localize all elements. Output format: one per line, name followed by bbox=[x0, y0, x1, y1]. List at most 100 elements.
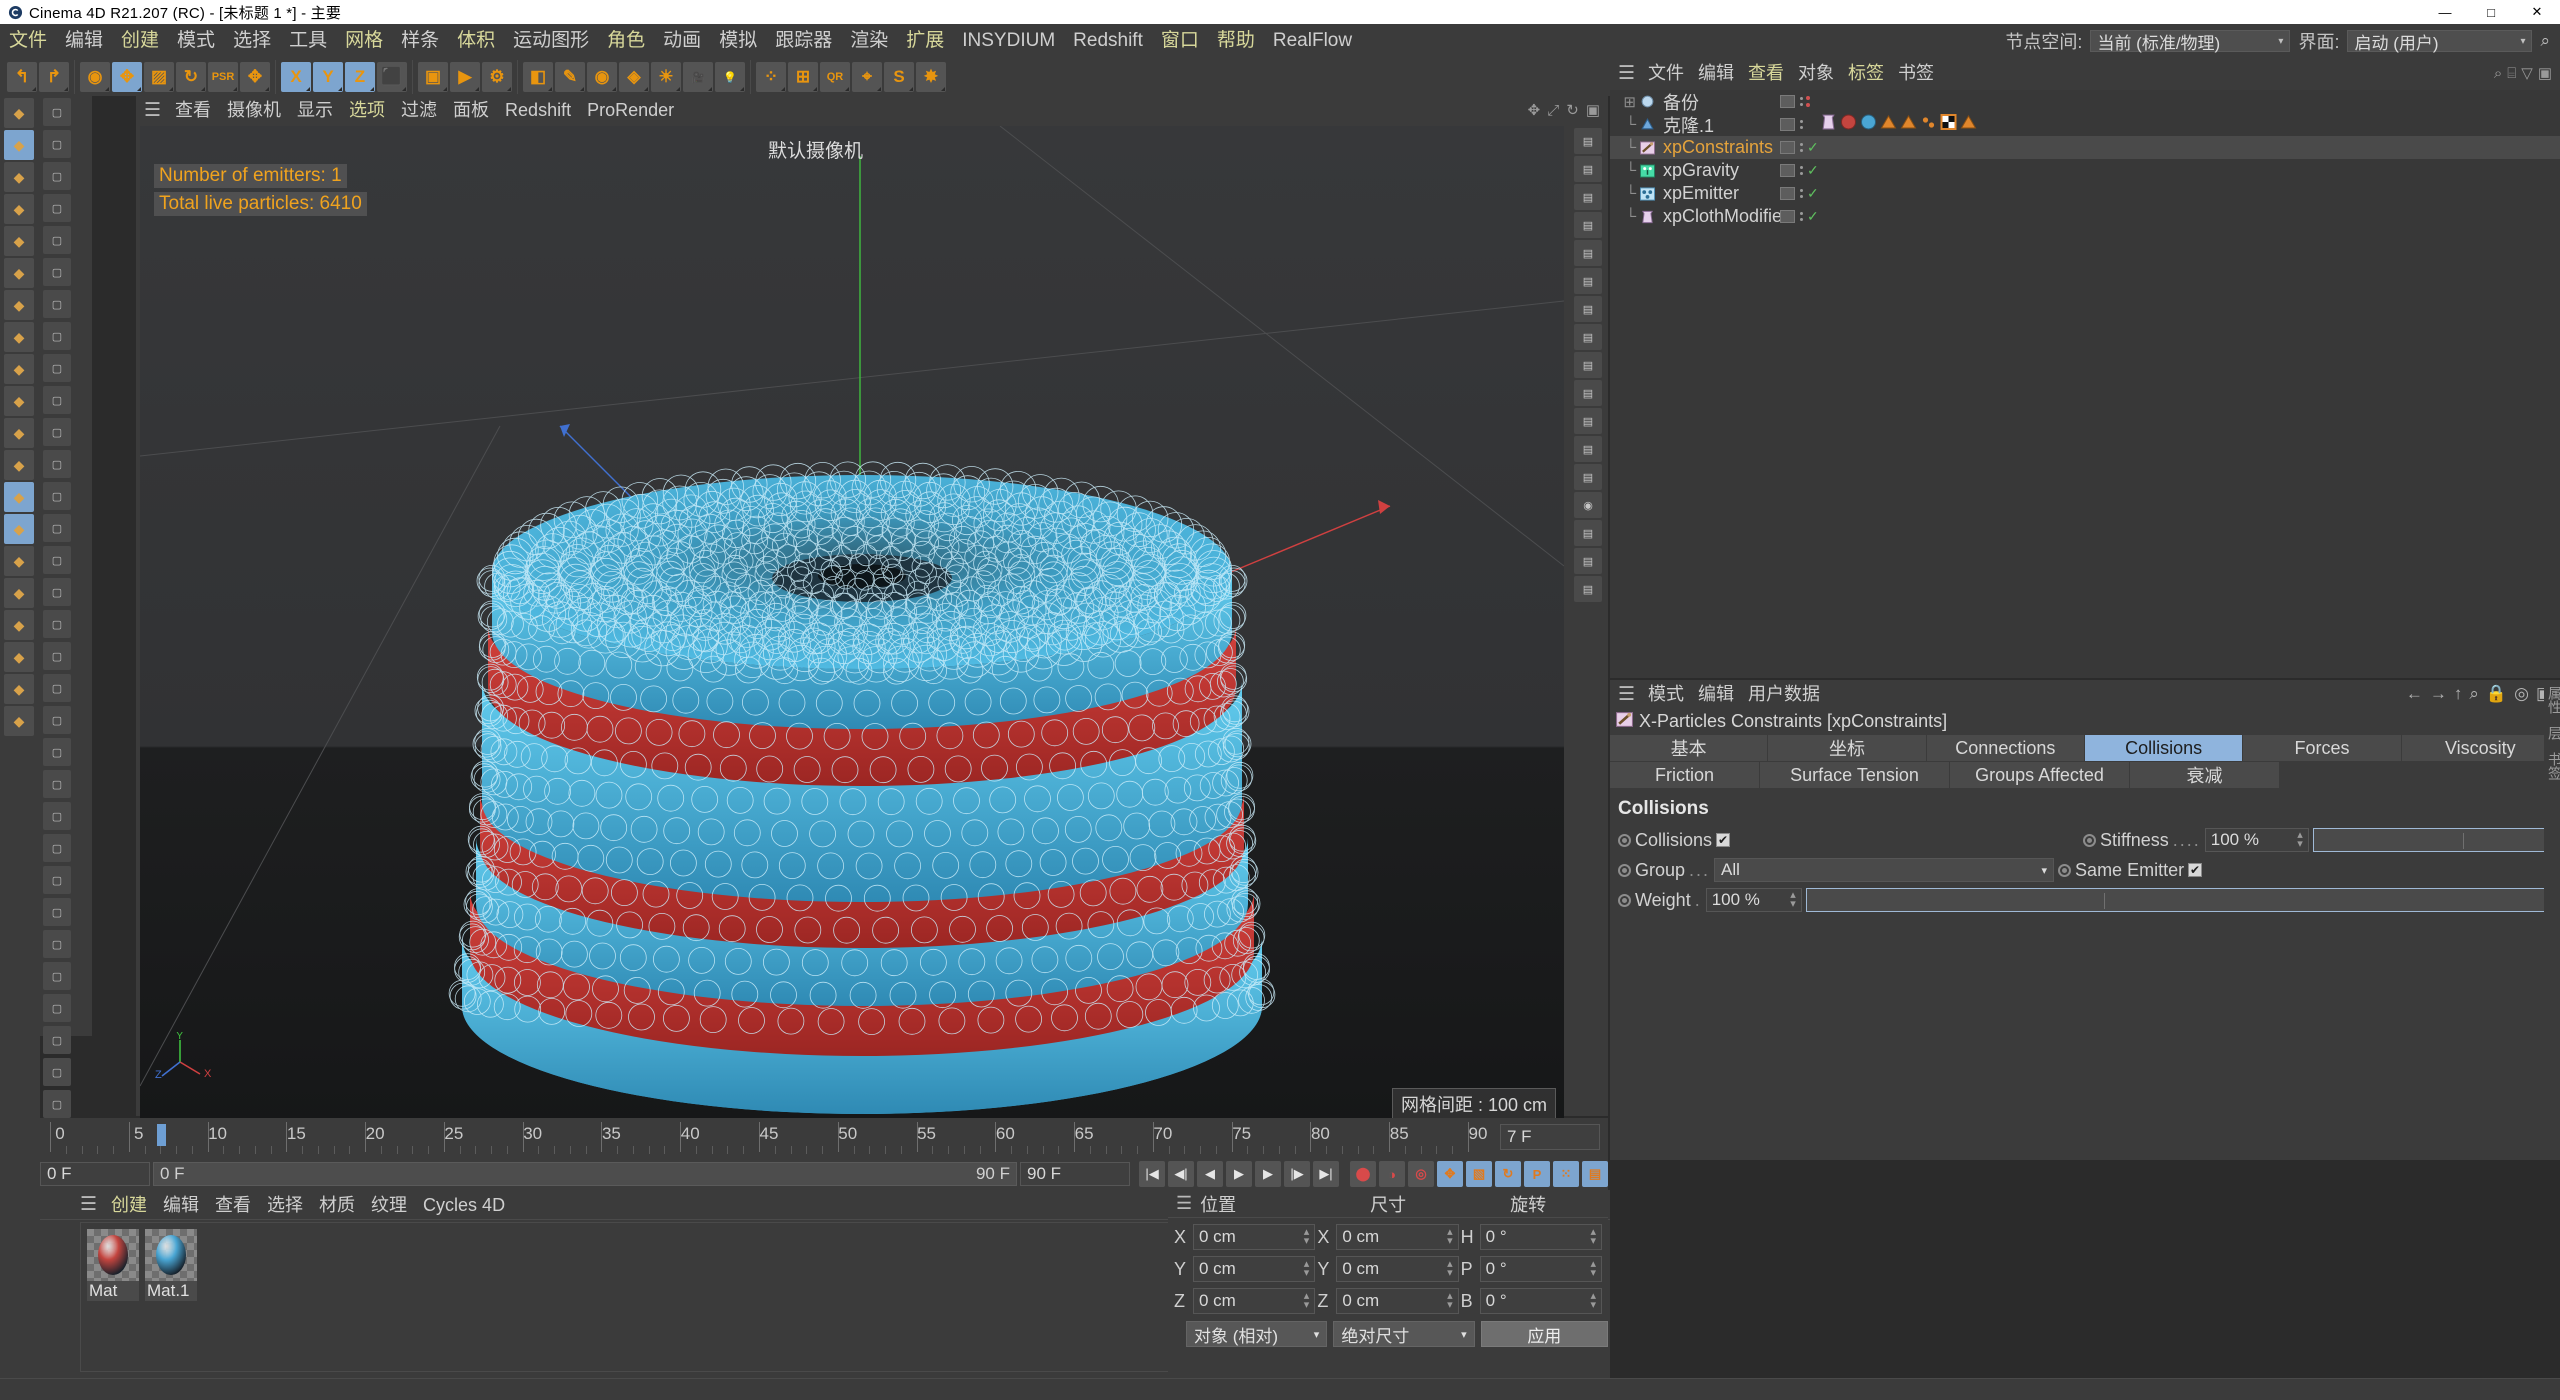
hamburger-icon[interactable]: ☰ bbox=[40, 1193, 103, 1216]
tool-palette-button-16[interactable]: ▢ bbox=[43, 610, 71, 638]
viewport-menu-item-查看[interactable]: 查看 bbox=[167, 96, 219, 124]
tool-palette-button-8[interactable]: ▢ bbox=[43, 354, 71, 382]
attribute-subtab-Friction[interactable]: Friction bbox=[1610, 762, 1760, 788]
expand-toggle-icon[interactable]: ⊞ bbox=[1610, 93, 1636, 111]
lock-icon[interactable]: 🔒 bbox=[2486, 684, 2507, 704]
filter-icon[interactable]: ▽ bbox=[2521, 64, 2533, 82]
previous-key-button[interactable]: ◀| bbox=[1168, 1161, 1194, 1187]
position-key-button[interactable]: ✥ bbox=[1437, 1161, 1463, 1187]
world-object-coordinates-button[interactable]: ⬛ bbox=[377, 62, 407, 92]
size-mode-dropdown[interactable]: 绝对尺寸 ▾ bbox=[1333, 1321, 1475, 1347]
keyframe-selection-button[interactable]: ◎ bbox=[1408, 1161, 1434, 1187]
spinner-icon[interactable]: ▴ ▾ bbox=[1790, 890, 1796, 910]
spline-mode-button[interactable]: ◆ bbox=[4, 418, 34, 448]
menu-item-体积[interactable]: 体积 bbox=[448, 24, 504, 58]
timeline-ruler-panel[interactable]: 0 5 10 15 20 25 30 35 40 45 50 55 60 65 70 75 80 85 90 7 F bbox=[0, 1118, 1608, 1158]
uv-polygons-mode-button[interactable]: ◆ bbox=[4, 482, 34, 512]
guide-mode-button[interactable]: ◆ bbox=[4, 610, 34, 640]
viewport-maximize-icon[interactable]: ▣ bbox=[1586, 101, 1600, 119]
menu-item-INSYDIUM[interactable]: INSYDIUM bbox=[953, 24, 1064, 58]
tool-palette-button-17[interactable]: ▢ bbox=[43, 642, 71, 670]
timeline-current-frame-field[interactable]: 7 F bbox=[1500, 1124, 1600, 1150]
points-mode-button[interactable]: ◆ bbox=[4, 98, 34, 128]
object-menu-item-对象[interactable]: 对象 bbox=[1791, 58, 1841, 88]
editor-visibility-toggle[interactable] bbox=[1780, 164, 1795, 177]
render-visibility-dots[interactable] bbox=[1800, 166, 1803, 175]
minimize-button[interactable]: — bbox=[2422, 0, 2468, 24]
viewport-menu-item-Redshift[interactable]: Redshift bbox=[497, 96, 579, 124]
apply-button[interactable]: 应用 bbox=[1480, 1321, 1608, 1347]
start-frame-field[interactable]: 0 F bbox=[40, 1162, 150, 1186]
render-to-picture-viewer-button[interactable]: ▶ bbox=[450, 62, 480, 92]
object-tree[interactable]: ⊞ 备份 └ 克隆.1 └ xpConstraints ✓ └ xpGravity ✓ └ xpEmi… bbox=[1610, 90, 2560, 678]
hamburger-icon[interactable]: ☰ bbox=[1610, 683, 1641, 706]
tool-palette-button-9[interactable]: ▢ bbox=[43, 386, 71, 414]
material-red-icon[interactable] bbox=[1840, 114, 1857, 135]
tool-palette-button-30[interactable]: ▢ bbox=[43, 1058, 71, 1086]
attribute-tab-基本[interactable]: 基本 bbox=[1610, 735, 1769, 761]
render-settings-button[interactable]: ⚙ bbox=[482, 62, 512, 92]
size-y-field[interactable]: 0 cm ▴ ▾ bbox=[1336, 1256, 1459, 1282]
viewport-rail-button-5[interactable]: ▤ bbox=[1574, 268, 1602, 294]
step-forward-button[interactable]: ▶ bbox=[1255, 1161, 1281, 1187]
step-back-button[interactable]: ◀ bbox=[1197, 1161, 1223, 1187]
y-axis-lock-button[interactable]: Y bbox=[313, 62, 343, 92]
viewport-menu-item-选项[interactable]: 选项 bbox=[341, 96, 393, 124]
menu-item-窗口[interactable]: 窗口 bbox=[1152, 24, 1208, 58]
weight-field[interactable]: 100 % ▴ ▾ bbox=[1705, 888, 1802, 912]
material-menu-item-编辑[interactable]: 编辑 bbox=[155, 1190, 207, 1220]
xparticles-button[interactable]: ✸ bbox=[916, 62, 946, 92]
render-view-button[interactable]: ▣ bbox=[418, 62, 448, 92]
go-to-start-button[interactable]: |◀ bbox=[1139, 1161, 1165, 1187]
move-tool[interactable]: ✥ bbox=[112, 62, 142, 92]
tool-palette-button-0[interactable]: ▢ bbox=[43, 98, 71, 126]
menu-item-渲染[interactable]: 渲染 bbox=[841, 24, 897, 58]
particle-tag-icon[interactable] bbox=[1920, 114, 1937, 135]
viewport-rail-button-13[interactable]: ◉ bbox=[1574, 492, 1602, 518]
viewport-rail-button-7[interactable]: ▤ bbox=[1574, 324, 1602, 350]
hamburger-icon[interactable]: ☰ bbox=[136, 99, 167, 122]
material-item[interactable]: Mat.1 bbox=[145, 1229, 197, 1365]
tool-palette-button-7[interactable]: ▢ bbox=[43, 322, 71, 350]
weight-slider[interactable] bbox=[1805, 888, 2552, 912]
attribute-subtab-Groups Affected[interactable]: Groups Affected bbox=[1950, 762, 2130, 788]
menu-item-跟踪器[interactable]: 跟踪器 bbox=[766, 24, 841, 58]
material-item[interactable]: Mat bbox=[87, 1229, 139, 1365]
object-row-xpGravity[interactable]: └ xpGravity ✓ bbox=[1610, 159, 2560, 182]
viewport-menu-item-过滤[interactable]: 过滤 bbox=[393, 96, 445, 124]
attribute-menu-item-模式[interactable]: 模式 bbox=[1641, 680, 1691, 708]
tool-palette-button-29[interactable]: ▢ bbox=[43, 1026, 71, 1054]
attribute-vertical-tabs[interactable]: 属性层书签 bbox=[2544, 680, 2560, 1160]
render-visibility-dots[interactable] bbox=[1800, 97, 1803, 106]
lock-icon[interactable]: ⌸ bbox=[2507, 65, 2516, 82]
spinner-icon[interactable]: ▴ ▾ bbox=[1304, 1227, 1310, 1247]
tool-palette-button-18[interactable]: ▢ bbox=[43, 674, 71, 702]
object-row-xpConstraints[interactable]: └ xpConstraints ✓ bbox=[1610, 136, 2560, 159]
menu-item-模拟[interactable]: 模拟 bbox=[710, 24, 766, 58]
attribute-menu-item-用户数据[interactable]: 用户数据 bbox=[1741, 680, 1827, 708]
menu-item-模式[interactable]: 模式 bbox=[168, 24, 224, 58]
close-button[interactable]: ✕ bbox=[2514, 0, 2560, 24]
next-key-button[interactable]: |▶ bbox=[1284, 1161, 1310, 1187]
viewport-menu-item-摄像机[interactable]: 摄像机 bbox=[219, 96, 289, 124]
redo-button[interactable]: ↱ bbox=[39, 62, 69, 92]
model-mode-button[interactable]: ◆ bbox=[4, 194, 34, 224]
tool-palette-button-23[interactable]: ▢ bbox=[43, 834, 71, 862]
end-frame-field[interactable]: 90 F bbox=[1020, 1162, 1130, 1186]
viewport-menu-item-显示[interactable]: 显示 bbox=[289, 96, 341, 124]
viewport-rail-button-14[interactable]: ▤ bbox=[1574, 520, 1602, 546]
move-axis-tool[interactable]: ✥ bbox=[240, 62, 270, 92]
tool-palette-button-19[interactable]: ▢ bbox=[43, 706, 71, 734]
stiffness-slider[interactable] bbox=[2312, 828, 2552, 852]
object-menu-item-编辑[interactable]: 编辑 bbox=[1691, 58, 1741, 88]
tool-palette-button-31[interactable]: ▢ bbox=[43, 1090, 71, 1118]
editor-visibility-toggle[interactable] bbox=[1780, 118, 1795, 131]
search-icon[interactable]: ⌕ bbox=[2469, 684, 2479, 704]
tool-palette-button-5[interactable]: ▢ bbox=[43, 258, 71, 286]
render-visibility-dots[interactable] bbox=[1800, 212, 1803, 221]
edges-mode-button[interactable]: ◆ bbox=[4, 130, 34, 160]
z-axis-lock-button[interactable]: Z bbox=[345, 62, 375, 92]
viewport-rail-button-4[interactable]: ▤ bbox=[1574, 240, 1602, 266]
editor-visibility-toggle[interactable] bbox=[1780, 210, 1795, 223]
tool-palette-button-22[interactable]: ▢ bbox=[43, 802, 71, 830]
